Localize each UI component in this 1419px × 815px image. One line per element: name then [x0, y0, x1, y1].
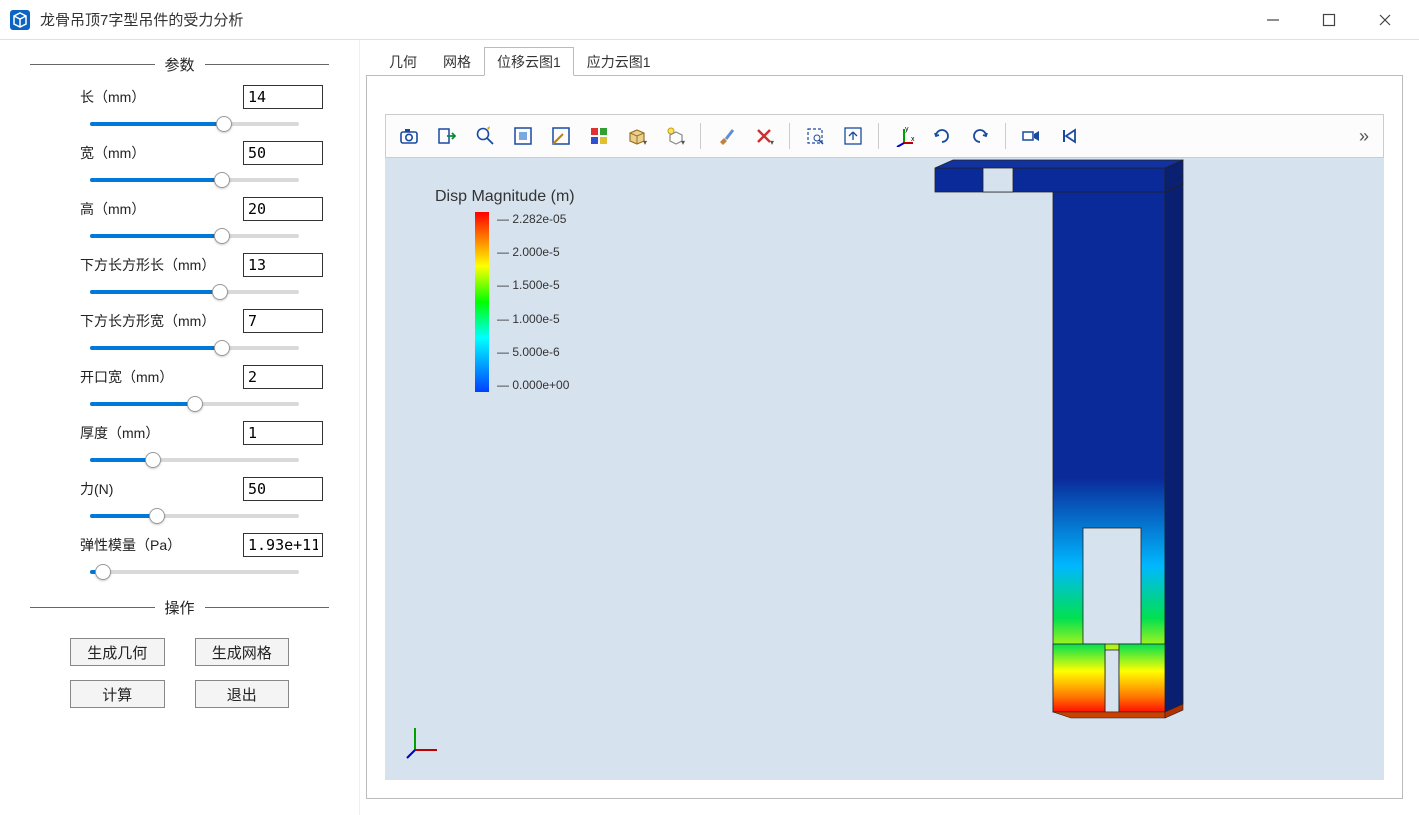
- window-controls: [1259, 6, 1411, 34]
- param-row-4: 下方长方形宽（mm）: [30, 309, 329, 359]
- param-row-6: 厚度（mm）: [30, 421, 329, 471]
- param-label: 下方长方形长（mm）: [80, 255, 215, 275]
- param-label: 下方长方形宽（mm）: [80, 311, 215, 331]
- animation-play-icon[interactable]: [1016, 121, 1046, 151]
- select-box-icon[interactable]: [800, 121, 830, 151]
- generate-mesh-button[interactable]: 生成网格: [195, 638, 290, 666]
- toolbar-overflow-button[interactable]: »: [1353, 126, 1375, 147]
- brush-icon[interactable]: [711, 121, 741, 151]
- param-label: 开口宽（mm）: [80, 367, 173, 387]
- color-legend: Disp Magnitude (m) — 2.282e-05 — 2.000e-5…: [435, 188, 575, 392]
- param-slider[interactable]: [90, 337, 299, 359]
- animation-first-icon[interactable]: [1054, 121, 1084, 151]
- legend-color-bar: [475, 212, 489, 392]
- tab-disp[interactable]: 位移云图1: [484, 47, 574, 76]
- param-input[interactable]: [243, 477, 323, 501]
- param-slider[interactable]: [90, 505, 299, 527]
- content-area: 几何网格位移云图1应力云图1 ▾ ▾ ▾ yx » Disp Magnitude (m)…: [360, 40, 1419, 815]
- minimize-button[interactable]: [1259, 6, 1287, 34]
- toolbar-separator: [700, 123, 701, 149]
- param-input[interactable]: [243, 197, 323, 221]
- param-row-8: 弹性模量（Pa）: [30, 533, 329, 583]
- legend-tick: — 5.000e-6: [497, 345, 569, 359]
- param-label: 厚度（mm）: [80, 423, 159, 443]
- model-render: [665, 158, 1185, 738]
- param-slider[interactable]: [90, 169, 299, 191]
- params-section-title: 参数: [30, 54, 329, 75]
- title-bar: 龙骨吊顶7字型吊件的受力分析: [0, 0, 1419, 40]
- param-input[interactable]: [243, 533, 323, 557]
- tab-bar: 几何网格位移云图1应力云图1: [366, 48, 1403, 76]
- param-label: 力(N): [80, 479, 113, 499]
- rotate-cw-icon[interactable]: [927, 121, 957, 151]
- legend-title: Disp Magnitude (m): [435, 188, 575, 206]
- tab-stress[interactable]: 应力云图1: [574, 47, 664, 76]
- param-input[interactable]: [243, 421, 323, 445]
- param-input[interactable]: [243, 85, 323, 109]
- param-slider[interactable]: [90, 393, 299, 415]
- param-input[interactable]: [243, 253, 323, 277]
- light-icon[interactable]: ▾: [660, 121, 690, 151]
- camera-icon[interactable]: [394, 121, 424, 151]
- svg-text:▾: ▾: [643, 138, 647, 147]
- part-visibility-icon[interactable]: ▾: [622, 121, 652, 151]
- viewport-3d[interactable]: Disp Magnitude (m) — 2.282e-05 — 2.000e-5…: [385, 158, 1384, 780]
- axes-icon[interactable]: yx: [889, 121, 919, 151]
- zoom-icon[interactable]: [470, 121, 500, 151]
- legend-tick-labels: — 2.282e-05 — 2.000e-5 — 1.500e-5 — 1.000e-…: [497, 212, 569, 392]
- tab-mesh[interactable]: 网格: [430, 47, 484, 76]
- ruler-icon[interactable]: [546, 121, 576, 151]
- param-input[interactable]: [243, 141, 323, 165]
- fit-view-icon[interactable]: [838, 121, 868, 151]
- param-row-5: 开口宽（mm）: [30, 365, 329, 415]
- param-label: 高（mm）: [80, 199, 145, 219]
- toolbar-separator: [878, 123, 879, 149]
- viewer-toolbar: ▾ ▾ ▾ yx »: [385, 114, 1384, 158]
- param-row-3: 下方长方形长（mm）: [30, 253, 329, 303]
- param-row-2: 高（mm）: [30, 197, 329, 247]
- param-input[interactable]: [243, 309, 323, 333]
- param-slider[interactable]: [90, 113, 299, 135]
- legend-tick: — 2.282e-05: [497, 212, 569, 226]
- app-icon: [8, 8, 32, 32]
- param-slider[interactable]: [90, 561, 299, 583]
- close-button[interactable]: [1371, 6, 1399, 34]
- sidebar: 参数 长（mm） 宽（mm） 高（mm） 下方长方形长（mm） 下方长方形宽（mm） 开口…: [0, 40, 360, 815]
- legend-tick: — 0.000e+00: [497, 378, 569, 392]
- param-row-0: 长（mm）: [30, 85, 329, 135]
- legend-tick: — 1.500e-5: [497, 278, 569, 292]
- param-label: 弹性模量（Pa）: [80, 535, 181, 555]
- param-row-7: 力(N): [30, 477, 329, 527]
- svg-text:▾: ▾: [770, 138, 774, 147]
- param-row-1: 宽（mm）: [30, 141, 329, 191]
- delete-icon[interactable]: ▾: [749, 121, 779, 151]
- svg-text:x: x: [911, 136, 915, 143]
- window-fit-icon[interactable]: [508, 121, 538, 151]
- svg-text:▾: ▾: [681, 138, 685, 147]
- svg-text:y: y: [905, 126, 909, 133]
- exit-button[interactable]: 退出: [195, 680, 290, 708]
- tab-geom[interactable]: 几何: [376, 47, 430, 76]
- compute-button[interactable]: 计算: [70, 680, 165, 708]
- toolbar-separator: [1005, 123, 1006, 149]
- result-pane: ▾▾▾yx» Disp Magnitude (m) — 2.282e-05— 2…: [366, 75, 1403, 799]
- color-map-icon[interactable]: [584, 121, 614, 151]
- window-title: 龙骨吊顶7字型吊件的受力分析: [40, 9, 1259, 30]
- param-slider[interactable]: [90, 225, 299, 247]
- maximize-button[interactable]: [1315, 6, 1343, 34]
- toolbar-separator: [789, 123, 790, 149]
- param-slider[interactable]: [90, 281, 299, 303]
- param-slider[interactable]: [90, 449, 299, 471]
- export-icon[interactable]: [432, 121, 462, 151]
- param-label: 宽（mm）: [80, 143, 145, 163]
- param-input[interactable]: [243, 365, 323, 389]
- legend-tick: — 2.000e-5: [497, 245, 569, 259]
- rotate-ccw-icon[interactable]: [965, 121, 995, 151]
- ops-section-title: 操作: [30, 597, 329, 618]
- legend-tick: — 1.000e-5: [497, 312, 569, 326]
- axis-triad-icon: [405, 720, 445, 760]
- generate-geometry-button[interactable]: 生成几何: [70, 638, 165, 666]
- param-label: 长（mm）: [80, 87, 145, 107]
